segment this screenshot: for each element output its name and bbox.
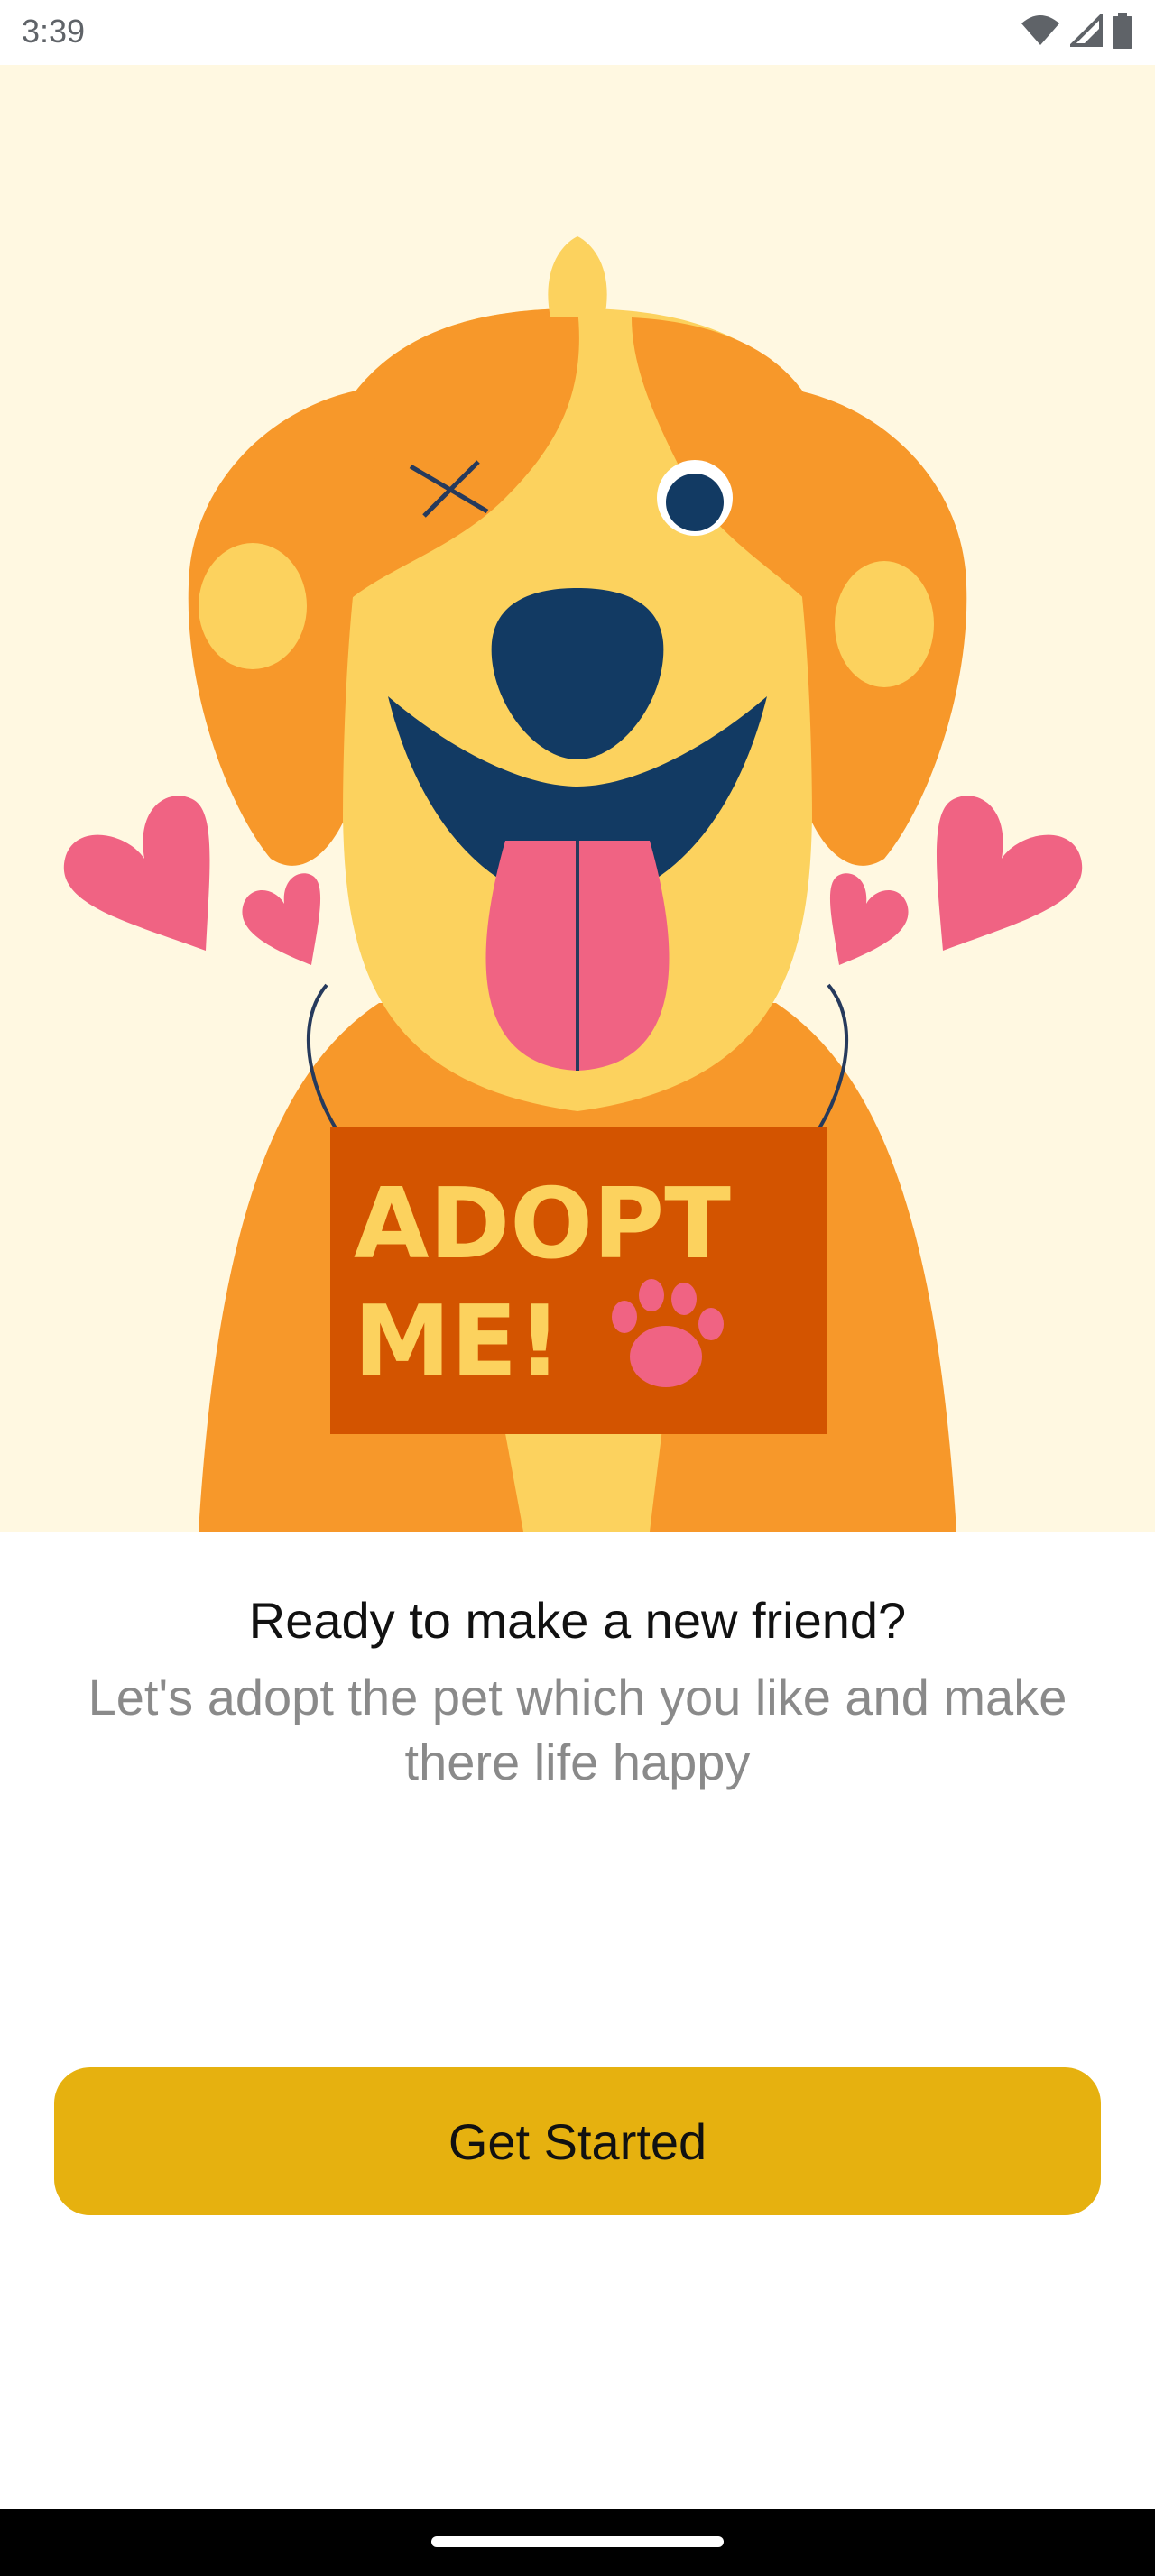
sign-text-line1: ADOPT <box>354 1168 731 1281</box>
signal-icon <box>1067 11 1103 51</box>
status-bar: 3:39 <box>0 0 1155 65</box>
sign-text-line2: ME! <box>354 1285 562 1398</box>
page-title: Ready to make a new friend? <box>248 1592 907 1649</box>
battery-icon <box>1112 12 1133 53</box>
wifi-icon <box>1020 14 1061 51</box>
navigation-bar <box>0 2509 1155 2576</box>
hero-illustration: ADOPT ME! <box>0 65 1155 1532</box>
dog-illustration: ADOPT ME! <box>0 65 1155 1532</box>
status-icons <box>1020 11 1133 54</box>
home-gesture-handle[interactable] <box>431 2536 724 2547</box>
get-started-button[interactable]: Get Started <box>54 2067 1101 2215</box>
status-time: 3:39 <box>22 13 86 50</box>
page-subtitle: Let's adopt the pet which you like and m… <box>88 1669 1067 1790</box>
